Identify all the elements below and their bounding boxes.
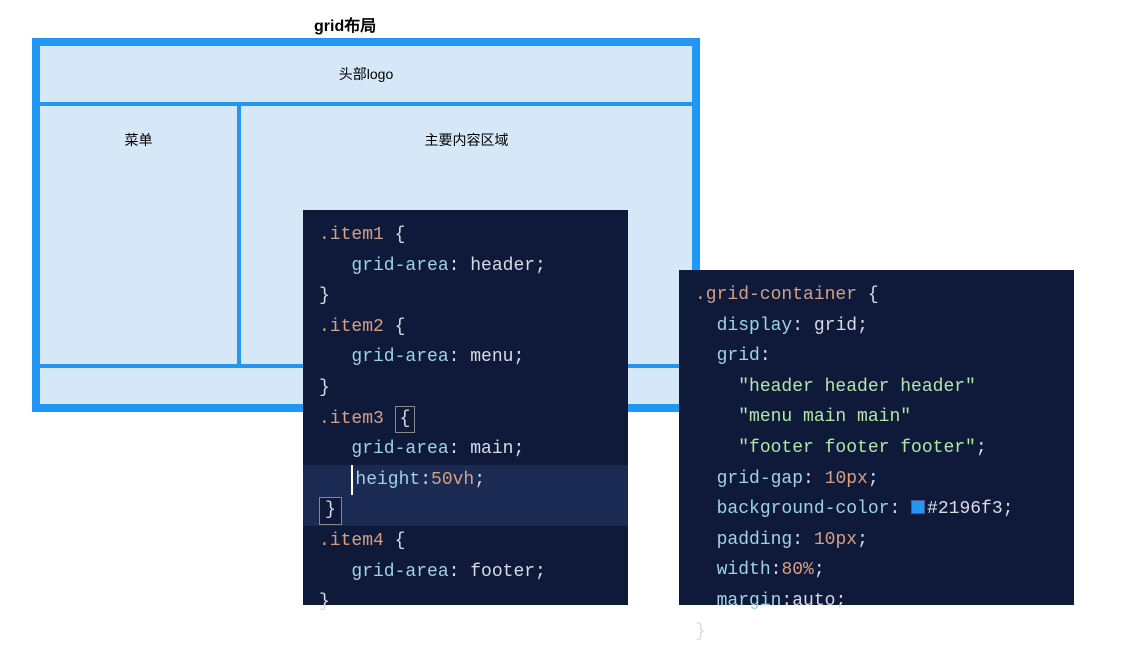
code-line: } bbox=[319, 281, 612, 312]
bracket-highlight: { bbox=[395, 406, 416, 433]
bracket-highlight: } bbox=[319, 497, 342, 524]
code-line: "menu main main" bbox=[695, 402, 1058, 433]
code-line: } bbox=[695, 617, 1058, 647]
code-line: .grid-container { bbox=[695, 280, 1058, 311]
grid-cell-menu: 菜单 bbox=[40, 106, 237, 364]
code-block-grid-items: .item1 { grid-area: header;}.item2 { gri… bbox=[303, 210, 628, 605]
code-line: height:50vh; bbox=[303, 465, 628, 496]
code-line: "header header header" bbox=[695, 372, 1058, 403]
code-line: width:80%; bbox=[695, 555, 1058, 586]
code-line: grid-area: main; bbox=[319, 434, 612, 465]
code-line: "footer footer footer"; bbox=[695, 433, 1058, 464]
code-line: grid-gap: 10px; bbox=[695, 464, 1058, 495]
code-line: grid-area: footer; bbox=[319, 557, 612, 588]
code-line: background-color: #2196f3; bbox=[695, 494, 1058, 525]
code-line: grid-area: header; bbox=[319, 251, 612, 282]
code-line: display: grid; bbox=[695, 311, 1058, 342]
code-line: padding: 10px; bbox=[695, 525, 1058, 556]
code-line: .item3 { bbox=[319, 404, 612, 435]
code-line: margin:auto; bbox=[695, 586, 1058, 617]
cursor-position: height bbox=[351, 465, 420, 496]
code-line: .item4 { bbox=[319, 526, 612, 557]
code-line: grid-area: menu; bbox=[319, 342, 612, 373]
grid-cell-header: 头部logo bbox=[40, 46, 692, 102]
code-line: } bbox=[319, 587, 612, 618]
code-block-grid-container: .grid-container { display: grid; grid: "… bbox=[679, 270, 1074, 605]
code-line: } bbox=[303, 495, 628, 526]
page-title: grid布局 bbox=[314, 12, 376, 36]
code-line: .item1 { bbox=[319, 220, 612, 251]
color-swatch-icon bbox=[911, 500, 925, 514]
code-line: grid: bbox=[695, 341, 1058, 372]
code-line: .item2 { bbox=[319, 312, 612, 343]
code-line: } bbox=[319, 373, 612, 404]
